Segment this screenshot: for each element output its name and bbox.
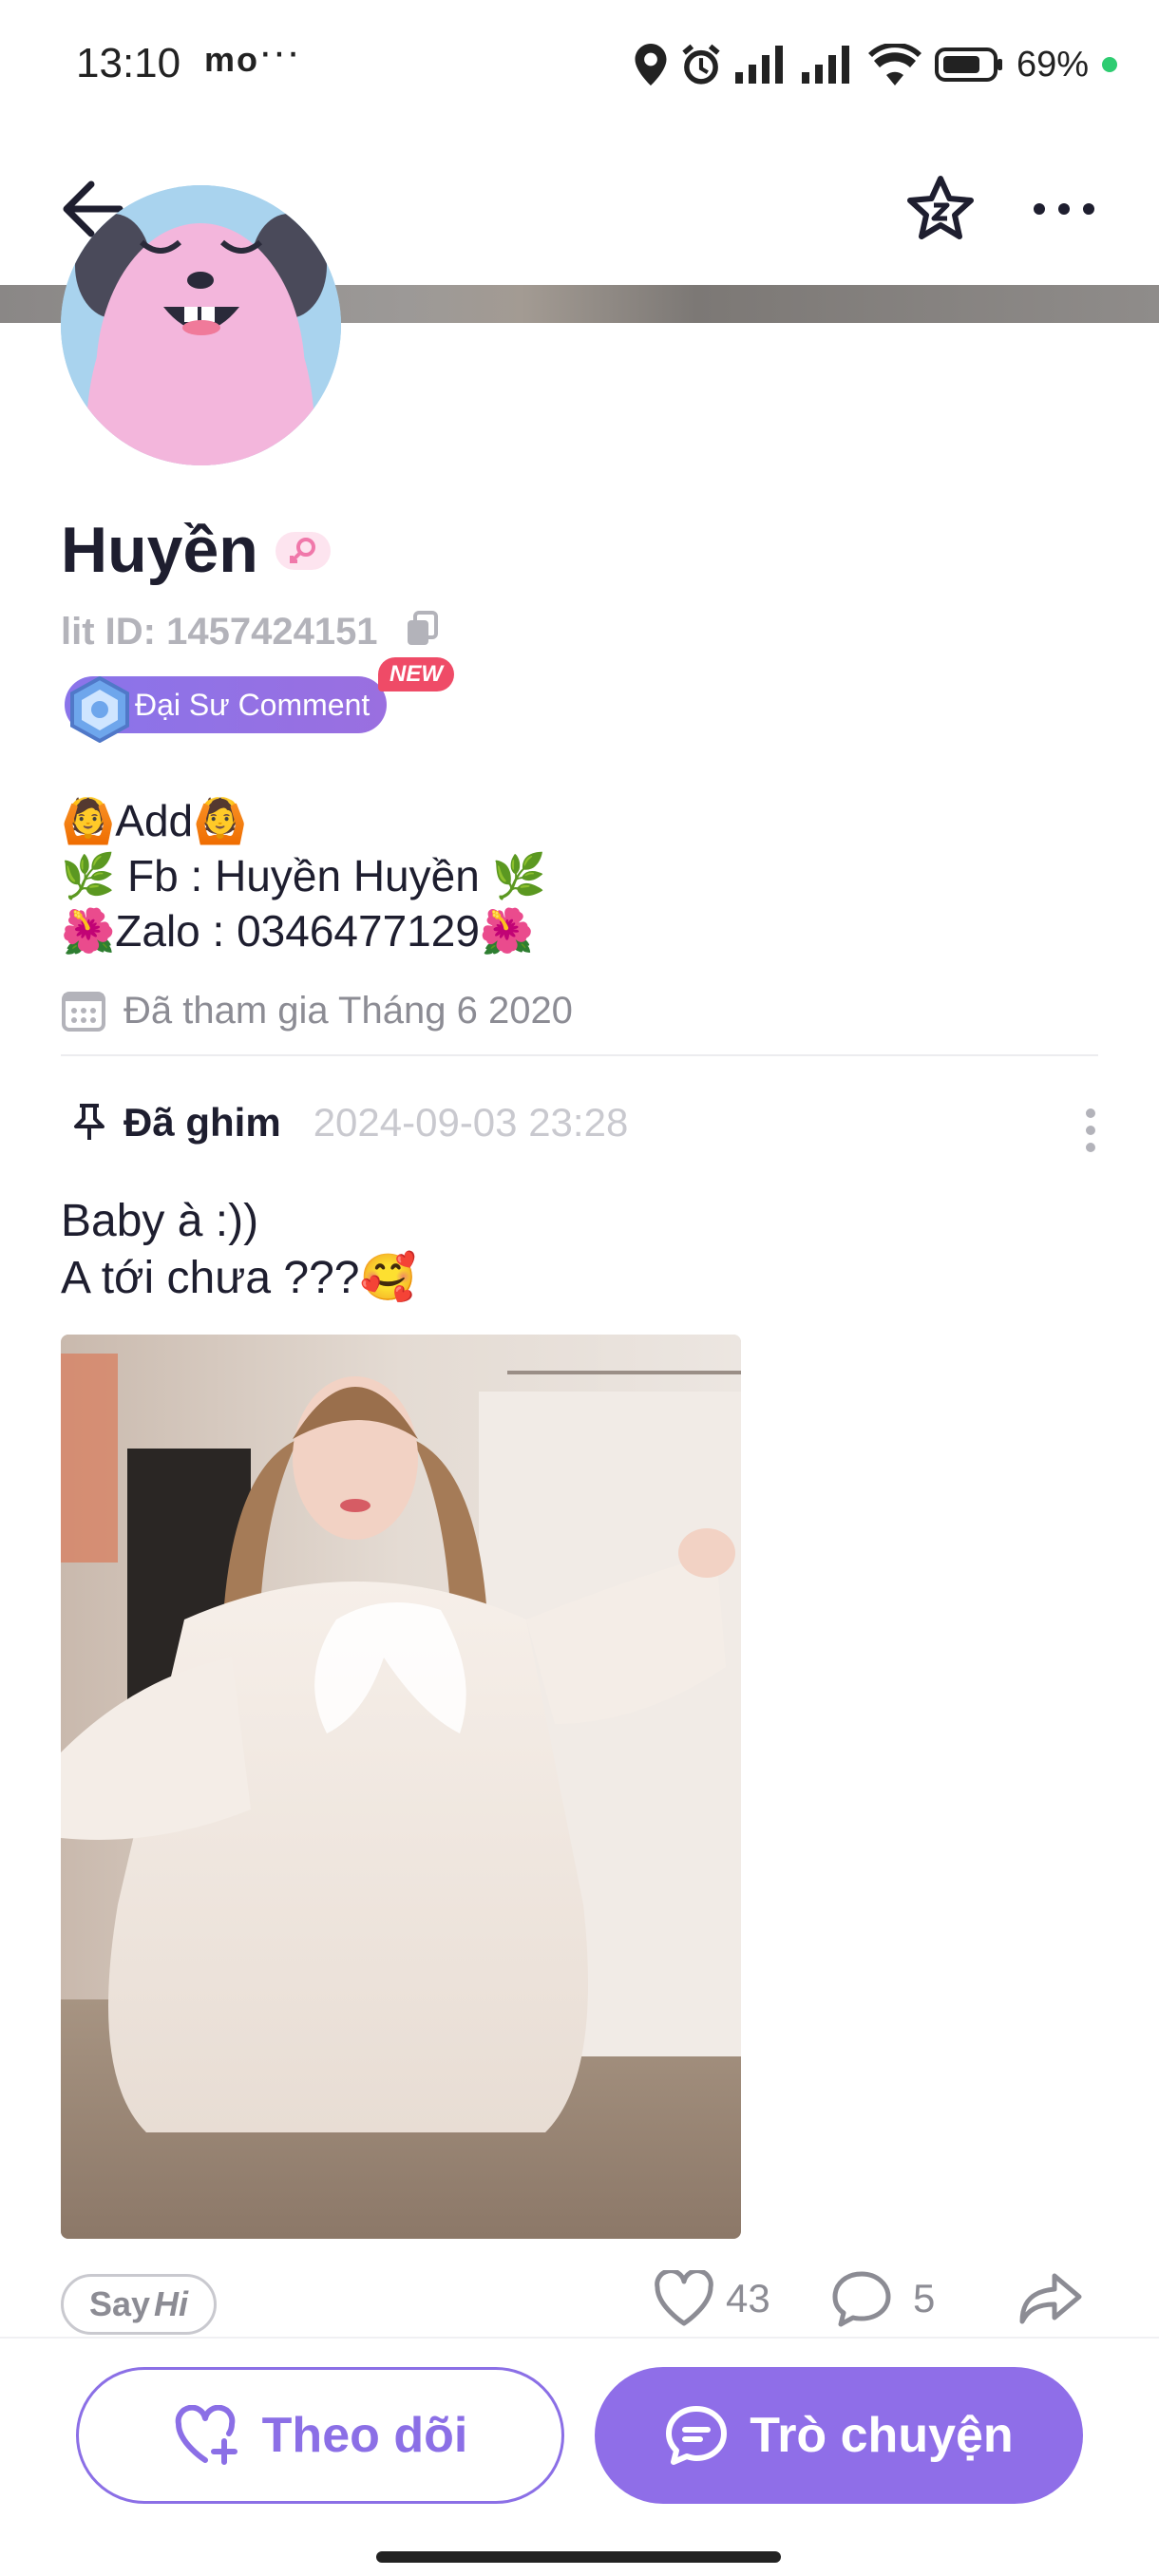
bio-line: 🙆Add🙆 <box>61 796 248 845</box>
heart-plus-icon <box>175 2405 238 2465</box>
battery-icon <box>934 47 1002 82</box>
signal-icon <box>734 46 783 84</box>
status-time: 13:10 <box>76 40 181 86</box>
status-bar: 13:10 mo ··· 69% <box>0 0 1159 128</box>
like-count: 43 <box>726 2276 770 2320</box>
favorite-button[interactable] <box>902 171 978 247</box>
pin-icon <box>74 1104 104 1140</box>
post-text-line: A tới chưa ???🥰 <box>61 1253 417 1303</box>
home-indicator[interactable] <box>376 2551 781 2563</box>
share-button[interactable] <box>1016 2270 1085 2332</box>
more-notifications-icon: ··· <box>258 28 300 75</box>
location-icon <box>635 44 667 85</box>
follow-button[interactable]: Theo dõi <box>76 2367 564 2504</box>
divider <box>61 1054 1098 1056</box>
comment-icon <box>832 2271 891 2327</box>
female-gender-icon <box>276 532 331 570</box>
more-vertical-icon <box>1086 1108 1095 1152</box>
joined-date-row: Đã tham gia Tháng 6 2020 <box>61 988 573 1033</box>
chat-button[interactable]: Trò chuyện <box>595 2367 1083 2504</box>
joined-text: Đã tham gia Tháng 6 2020 <box>124 989 573 1032</box>
more-options-button[interactable] <box>1026 171 1102 247</box>
say-hi-label-italic: Hi <box>154 2284 189 2323</box>
copy-icon <box>408 611 438 645</box>
heart-icon <box>655 2270 713 2326</box>
post-photo[interactable] <box>61 1335 741 2239</box>
post-more-button[interactable] <box>1074 1102 1108 1159</box>
comment-master-icon <box>66 675 133 744</box>
new-badge: NEW <box>378 657 454 691</box>
post-text-line: Baby à :)) <box>61 1196 259 1246</box>
wifi-icon <box>867 44 922 85</box>
like-button[interactable]: 43 <box>654 2270 770 2327</box>
calendar-icon <box>62 992 105 1032</box>
say-hi-label: Say <box>88 2284 151 2323</box>
avatar[interactable] <box>61 185 341 465</box>
pinned-label: Đã ghim <box>124 1100 281 1145</box>
copy-id-button[interactable] <box>404 611 442 649</box>
comment-button[interactable]: 5 <box>831 2270 935 2327</box>
chat-label: Trò chuyện <box>750 2408 1014 2463</box>
post-date: 2024-09-03 23:28 <box>313 1100 629 1145</box>
more-horizontal-icon <box>1034 203 1094 215</box>
photo-illustration <box>61 1335 741 2239</box>
post-actions: Say Hi 43 5 <box>0 2270 1159 2346</box>
user-id: lit ID: 1457424151 <box>61 611 378 653</box>
bunny-avatar-icon <box>61 185 341 465</box>
post-text: Baby à :)) A tới chưa ???🥰 <box>61 1193 416 1307</box>
star-icon <box>907 176 974 239</box>
bio-line: 🌺Zalo : 0346477129🌺 <box>61 906 535 956</box>
badge-label: Đại Sư Comment <box>135 687 370 722</box>
signal-2-icon <box>801 46 849 84</box>
chat-icon <box>666 2406 728 2465</box>
profile-name: Huyền <box>61 514 258 586</box>
comment-count: 5 <box>913 2276 936 2320</box>
privacy-indicator-dot <box>1102 57 1117 72</box>
say-hi-button[interactable]: Say Hi <box>61 2274 217 2335</box>
battery-percent: 69% <box>1016 44 1089 85</box>
status-right-icons: 69% <box>635 38 1117 91</box>
bio-line: 🌿 Fb : Huyền Huyền 🌿 <box>61 851 546 900</box>
bottom-action-bar: Theo dõi Trò chuyện <box>0 2337 1159 2576</box>
bio: 🙆Add🙆 🌿 Fb : Huyền Huyền 🌿 🌺Zalo : 03464… <box>61 793 546 958</box>
pinned-post-header: Đã ghim 2024-09-03 23:28 <box>68 1100 628 1146</box>
follow-label: Theo dõi <box>261 2408 468 2463</box>
alarm-icon <box>682 44 720 85</box>
app-notification-icon: mo <box>204 40 259 79</box>
share-icon <box>1019 2273 1082 2324</box>
